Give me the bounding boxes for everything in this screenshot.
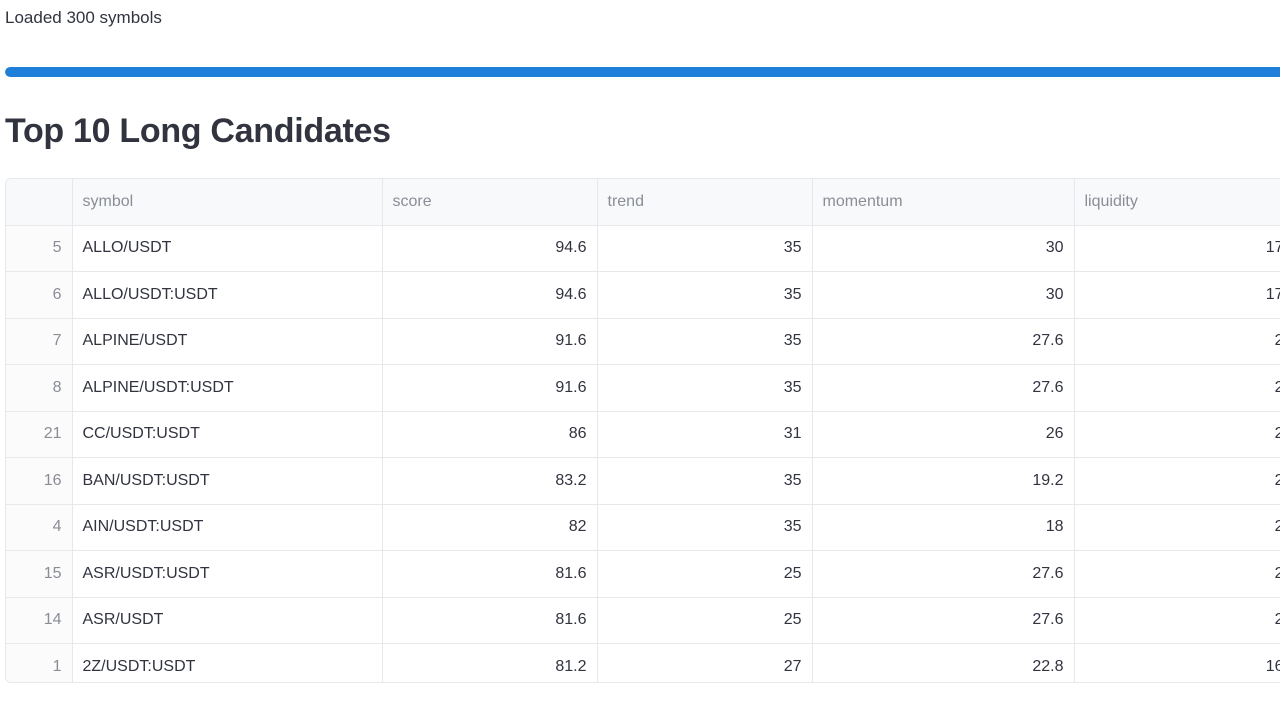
cell-momentum[interactable]: 27.6 — [812, 550, 1075, 598]
cell-symbol[interactable]: 2Z/USDT:USDT — [72, 643, 383, 682]
cell-symbol[interactable]: AIN/USDT:USDT — [72, 504, 383, 551]
cell-liquidity[interactable]: 2 — [1074, 411, 1280, 458]
cell-score[interactable]: 94.6 — [382, 271, 598, 319]
cell-liquidity[interactable]: 17 — [1074, 271, 1280, 319]
cell-score[interactable]: 94.6 — [382, 225, 598, 272]
cell-momentum[interactable]: 30 — [812, 271, 1075, 319]
row-index: 16 — [6, 457, 73, 505]
cell-trend[interactable]: 31 — [597, 411, 813, 458]
cell-symbol[interactable]: ALPINE/USDT — [72, 318, 383, 365]
cell-symbol[interactable]: ALLO/USDT:USDT — [72, 271, 383, 319]
cell-momentum[interactable]: 30 — [812, 225, 1075, 272]
cell-score[interactable]: 83.2 — [382, 457, 598, 505]
row-index: 21 — [6, 411, 73, 458]
table-row[interactable]: 16 BAN/USDT:USDT 83.2 35 19.2 2 — [6, 457, 1280, 505]
cell-score[interactable]: 81.6 — [382, 550, 598, 598]
cell-liquidity[interactable]: 2 — [1074, 550, 1280, 598]
row-index: 14 — [6, 597, 73, 644]
row-index: 8 — [6, 364, 73, 412]
table-row[interactable]: 7 ALPINE/USDT 91.6 35 27.6 2 — [6, 318, 1280, 365]
cell-symbol[interactable]: ALLO/USDT — [72, 225, 383, 272]
cell-symbol[interactable]: ASR/USDT:USDT — [72, 550, 383, 598]
cell-liquidity[interactable]: 17 — [1074, 225, 1280, 272]
row-index: 1 — [6, 643, 73, 682]
cell-trend[interactable]: 35 — [597, 504, 813, 551]
cell-momentum[interactable]: 22.8 — [812, 643, 1075, 682]
table-row[interactable]: 15 ASR/USDT:USDT 81.6 25 27.6 2 — [6, 550, 1280, 598]
cell-momentum[interactable]: 27.6 — [812, 318, 1075, 365]
table-header-row: symbol score trend momentum liquidity — [6, 179, 1280, 226]
column-header-symbol[interactable]: symbol — [72, 179, 383, 226]
cell-liquidity[interactable]: 2 — [1074, 504, 1280, 551]
cell-symbol[interactable]: CC/USDT:USDT — [72, 411, 383, 458]
cell-momentum[interactable]: 27.6 — [812, 364, 1075, 412]
cell-trend[interactable]: 25 — [597, 597, 813, 644]
table-row[interactable]: 4 AIN/USDT:USDT 82 35 18 2 — [6, 504, 1280, 551]
cell-score[interactable]: 81.2 — [382, 643, 598, 682]
cell-trend[interactable]: 35 — [597, 225, 813, 272]
cell-momentum[interactable]: 26 — [812, 411, 1075, 458]
progress-bar — [5, 67, 1280, 77]
table-row[interactable]: 6 ALLO/USDT:USDT 94.6 35 30 17 — [6, 271, 1280, 319]
cell-liquidity[interactable]: 16 — [1074, 643, 1280, 682]
column-header-liquidity[interactable]: liquidity — [1074, 179, 1280, 226]
cell-trend[interactable]: 35 — [597, 318, 813, 365]
cell-score[interactable]: 82 — [382, 504, 598, 551]
progress-bar-fill — [5, 67, 1280, 77]
cell-momentum[interactable]: 18 — [812, 504, 1075, 551]
cell-trend[interactable]: 25 — [597, 550, 813, 598]
cell-symbol[interactable]: BAN/USDT:USDT — [72, 457, 383, 505]
column-header-index[interactable] — [6, 179, 73, 226]
cell-trend[interactable]: 35 — [597, 271, 813, 319]
cell-liquidity[interactable]: 2 — [1074, 597, 1280, 644]
cell-trend[interactable]: 35 — [597, 364, 813, 412]
cell-symbol[interactable]: ASR/USDT — [72, 597, 383, 644]
data-table[interactable]: symbol score trend momentum liquidity 5 … — [5, 178, 1280, 683]
table-row[interactable]: 8 ALPINE/USDT:USDT 91.6 35 27.6 2 — [6, 364, 1280, 412]
status-text: Loaded 300 symbols — [5, 8, 162, 27]
table-row[interactable]: 1 2Z/USDT:USDT 81.2 27 22.8 16 — [6, 643, 1280, 682]
table-row[interactable]: 5 ALLO/USDT 94.6 35 30 17 — [6, 225, 1280, 272]
cell-trend[interactable]: 27 — [597, 643, 813, 682]
row-index: 7 — [6, 318, 73, 365]
column-header-momentum[interactable]: momentum — [812, 179, 1075, 226]
cell-momentum[interactable]: 19.2 — [812, 457, 1075, 505]
row-index: 4 — [6, 504, 73, 551]
cell-liquidity[interactable]: 2 — [1074, 364, 1280, 412]
row-index: 6 — [6, 271, 73, 319]
row-index: 5 — [6, 225, 73, 272]
cell-liquidity[interactable]: 2 — [1074, 318, 1280, 365]
column-header-score[interactable]: score — [382, 179, 598, 226]
section-title: Top 10 Long Candidates — [5, 112, 391, 150]
cell-liquidity[interactable]: 2 — [1074, 457, 1280, 505]
row-index: 15 — [6, 550, 73, 598]
table-row[interactable]: 14 ASR/USDT 81.6 25 27.6 2 — [6, 597, 1280, 644]
cell-trend[interactable]: 35 — [597, 457, 813, 505]
cell-momentum[interactable]: 27.6 — [812, 597, 1075, 644]
table-row[interactable]: 21 CC/USDT:USDT 86 31 26 2 — [6, 411, 1280, 458]
column-header-trend[interactable]: trend — [597, 179, 813, 226]
cell-symbol[interactable]: ALPINE/USDT:USDT — [72, 364, 383, 412]
cell-score[interactable]: 91.6 — [382, 364, 598, 412]
cell-score[interactable]: 81.6 — [382, 597, 598, 644]
cell-score[interactable]: 86 — [382, 411, 598, 458]
cell-score[interactable]: 91.6 — [382, 318, 598, 365]
